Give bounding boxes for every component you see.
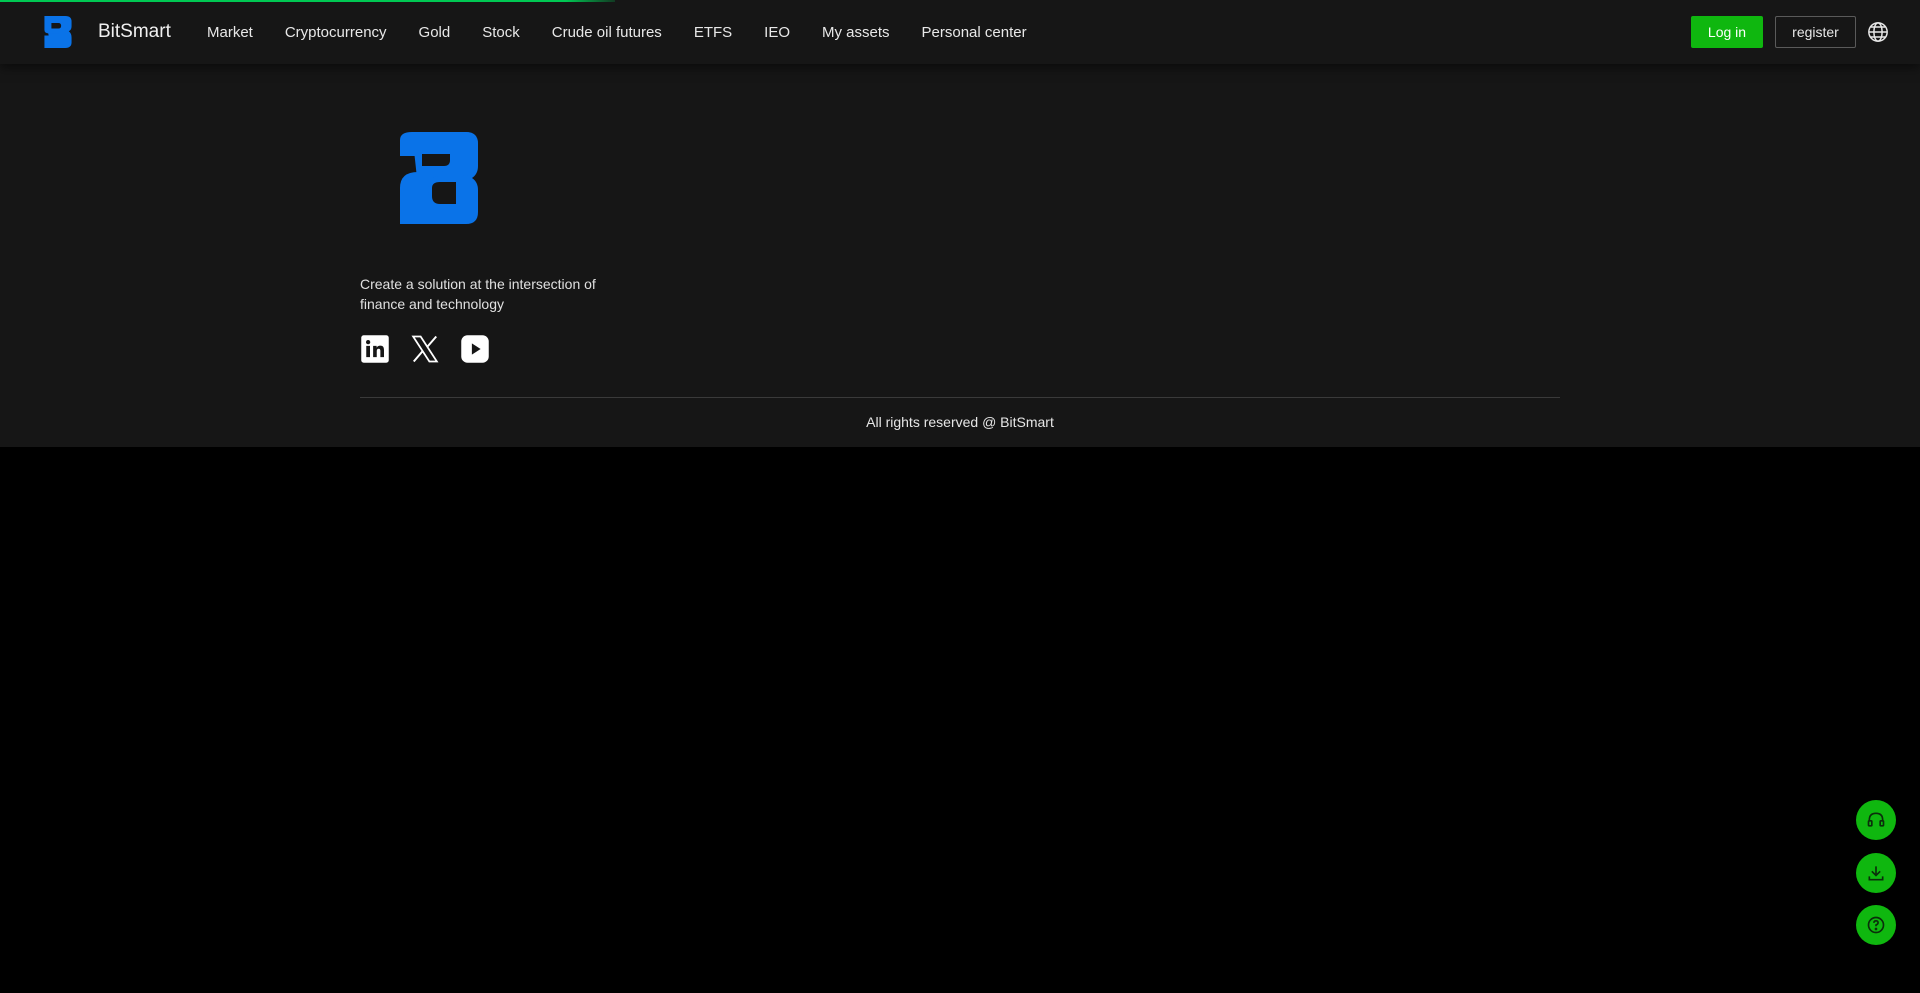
nav-item-my-assets[interactable]: My assets [822,24,890,41]
footer-divider [360,397,1560,398]
download-icon [1868,866,1884,881]
register-button[interactable]: register [1775,16,1856,48]
nav-item-crude-oil-futures[interactable]: Crude oil futures [552,24,662,41]
x-twitter-icon[interactable] [410,334,440,364]
login-button[interactable]: Log in [1691,16,1763,48]
nav-item-gold[interactable]: Gold [419,24,451,41]
bitsmart-logo-icon [400,132,478,224]
brand-name: BitSmart [98,21,171,42]
nav-item-cryptocurrency[interactable]: Cryptocurrency [285,24,387,41]
site-footer: Create a solution at the intersection of… [0,64,1920,447]
nav-item-ieo[interactable]: IEO [764,24,790,41]
main-nav: Market Cryptocurrency Gold Stock Crude o… [207,0,1059,64]
download-app-button[interactable] [1856,853,1896,893]
globe-icon[interactable] [1867,21,1889,43]
copyright-text: All rights reserved @ BitSmart [866,414,1054,430]
nav-item-market[interactable]: Market [207,24,253,41]
customer-service-button[interactable] [1856,800,1896,840]
help-button[interactable] [1856,905,1896,945]
linkedin-icon[interactable] [360,334,390,364]
bitsmart-logo-icon [44,16,72,48]
brand-home-link[interactable]: BitSmart [44,16,171,48]
social-links [360,334,510,364]
youtube-icon[interactable] [460,334,490,364]
nav-item-etfs[interactable]: ETFS [694,24,732,41]
nav-item-personal-center[interactable]: Personal center [922,24,1027,41]
help-circle-icon [1867,916,1885,934]
headset-icon [1867,812,1885,827]
footer-tagline: Create a solution at the intersection of… [360,276,596,312]
nav-item-stock[interactable]: Stock [482,24,520,41]
page-load-progress-bar [0,0,615,2]
top-navigation-bar: BitSmart Market Cryptocurrency Gold Stoc… [0,0,1920,64]
